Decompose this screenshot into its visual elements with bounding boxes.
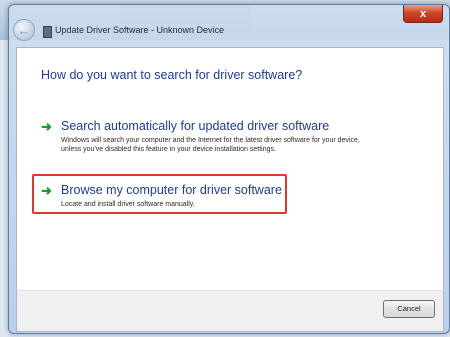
title-bar: ← Update Driver Software - Unknown Devic… [9, 5, 449, 47]
option-description: Locate and install driver software manua… [61, 201, 195, 208]
wizard-question: How do you want to search for driver sof… [41, 68, 303, 82]
update-driver-dialog: ← Update Driver Software - Unknown Devic… [8, 4, 450, 334]
green-arrow-icon: ➜ [41, 183, 52, 198]
option-title[interactable]: Browse my computer for driver software [61, 183, 282, 197]
close-icon: x [419, 7, 427, 20]
wizard-content: How do you want to search for driver sof… [16, 47, 444, 291]
option-title[interactable]: Search automatically for updated driver … [61, 119, 329, 133]
green-arrow-icon: ➜ [41, 119, 52, 134]
cancel-button[interactable]: Cancel [383, 300, 435, 318]
device-icon [43, 26, 52, 38]
back-button[interactable]: ← [13, 19, 35, 41]
window-title: Update Driver Software - Unknown Device [55, 25, 225, 35]
back-arrow-icon: ← [17, 22, 31, 38]
dialog-footer: Cancel [16, 290, 444, 332]
option-description: Windows will search your computer and th… [61, 137, 360, 153]
close-button[interactable]: x [403, 5, 443, 23]
